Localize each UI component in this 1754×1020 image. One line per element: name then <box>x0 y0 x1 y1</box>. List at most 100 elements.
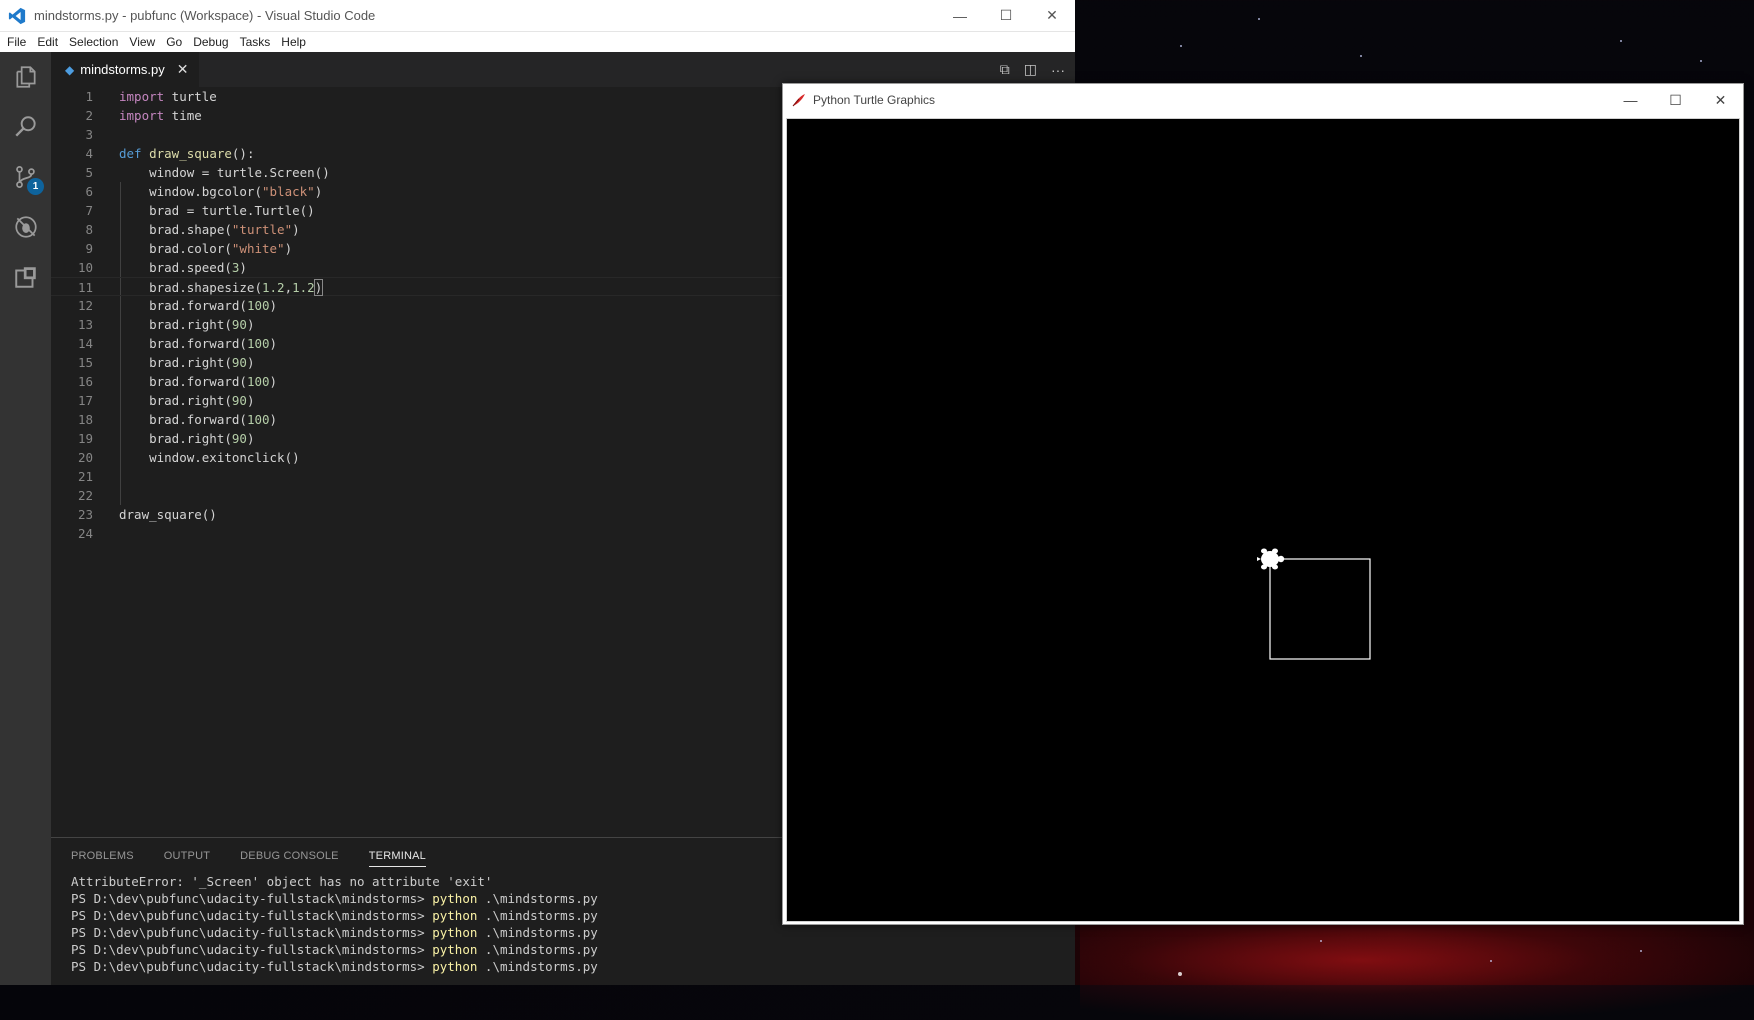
activity-extensions[interactable] <box>0 252 51 302</box>
tab-output[interactable]: OUTPUT <box>164 850 210 862</box>
code-token: brad.forward( <box>119 374 247 389</box>
code-token: time <box>164 108 202 123</box>
line-number: 13 <box>77 317 93 332</box>
code-token: "white" <box>231 241 285 256</box>
line-number: 15 <box>77 355 93 370</box>
activity-explorer[interactable] <box>0 52 51 102</box>
terminal-prompt: PS D:\dev\pubfunc\udacity-fullstack\mind… <box>71 891 433 906</box>
menu-tasks[interactable]: Tasks <box>237 35 279 49</box>
terminal-prompt: PS D:\dev\pubfunc\udacity-fullstack\mind… <box>71 908 433 923</box>
code-token: 1.2 <box>262 280 285 295</box>
menu-edit[interactable]: Edit <box>34 35 66 49</box>
code-token: 100 <box>246 412 270 427</box>
menu-selection[interactable]: Selection <box>66 35 126 49</box>
menu-help[interactable]: Help <box>278 35 314 49</box>
menu-go[interactable]: Go <box>163 35 190 49</box>
activity-source-control[interactable]: 1 <box>0 152 51 202</box>
line-number: 12 <box>77 298 93 313</box>
line-number: 8 <box>85 222 93 237</box>
turtle-graphics-window: Python Turtle Graphics — ☐ ✕ <box>782 83 1744 925</box>
tab-debug-console[interactable]: DEBUG CONSOLE <box>240 850 339 862</box>
code-token: brad.right( <box>119 393 232 408</box>
code-token: "black" <box>262 184 315 199</box>
split-editor-icon[interactable]: ◫ <box>1024 61 1037 78</box>
line-number: 17 <box>77 393 93 408</box>
line-number: 11 <box>77 280 93 295</box>
line-number: 6 <box>85 184 93 199</box>
menu-bar: File Edit Selection View Go Debug Tasks … <box>0 32 1075 53</box>
terminal-arg: .\mindstorms.py <box>477 891 598 906</box>
line-number: 21 <box>77 469 93 484</box>
open-changes-icon[interactable]: ⧉ <box>1000 61 1010 78</box>
desktop-star <box>1180 45 1182 47</box>
maximize-button[interactable]: ☐ <box>983 0 1029 31</box>
turtle-close-button[interactable]: ✕ <box>1698 84 1743 116</box>
menu-debug[interactable]: Debug <box>190 35 236 49</box>
tab-terminal[interactable]: TERMINAL <box>368 850 426 867</box>
terminal-command: python <box>432 942 478 957</box>
line-number: 9 <box>85 241 93 256</box>
terminal-arg: .\mindstorms.py <box>477 959 598 974</box>
explorer-icon <box>15 66 36 88</box>
turtle-titlebar[interactable]: Python Turtle Graphics — ☐ ✕ <box>783 84 1743 116</box>
line-number: 24 <box>77 526 93 541</box>
menu-file[interactable]: File <box>4 35 34 49</box>
desktop-star <box>1700 60 1702 62</box>
code-token: window.exitonclick() <box>119 450 300 465</box>
code-token: (): <box>231 146 255 161</box>
code-token: import <box>119 89 165 104</box>
terminal-arg: .\mindstorms.py <box>477 942 598 957</box>
close-button[interactable]: ✕ <box>1029 0 1075 31</box>
turtle-canvas[interactable] <box>786 118 1740 922</box>
code-token: ) <box>292 222 300 237</box>
code-token: import <box>119 108 165 123</box>
more-actions-icon[interactable]: ··· <box>1051 62 1065 78</box>
desktop-star <box>1360 55 1362 57</box>
turtle-minimize-button[interactable]: — <box>1608 84 1653 116</box>
code-token: window.bgcolor( <box>119 184 262 199</box>
turtle-window-title: Python Turtle Graphics <box>813 93 936 107</box>
source-control-badge: 1 <box>27 178 44 195</box>
terminal-command: python <box>432 959 478 974</box>
tab-problems[interactable]: PROBLEMS <box>71 850 134 862</box>
code-token: brad.forward( <box>119 412 247 427</box>
terminal-arg: .\mindstorms.py <box>477 925 598 940</box>
code-token: 100 <box>246 298 270 313</box>
tab-label: mindstorms.py <box>80 62 165 77</box>
code-token: ) <box>246 393 255 408</box>
code-token: ) <box>314 184 323 199</box>
turtle-maximize-button[interactable]: ☐ <box>1653 84 1698 116</box>
tab-mindstorms-py[interactable]: ◆ mindstorms.py ✕ <box>51 52 199 87</box>
code-token: window = turtle.Screen() <box>119 165 330 180</box>
line-number: 10 <box>77 260 93 275</box>
python-file-icon: ◆ <box>65 62 75 77</box>
terminal-command: python <box>432 891 478 906</box>
code-token: ) <box>284 241 293 256</box>
code-token: 90 <box>231 317 247 332</box>
terminal-command: python <box>432 908 478 923</box>
debug-icon <box>14 216 37 238</box>
search-icon <box>14 116 36 137</box>
code-token: brad.right( <box>119 317 232 332</box>
line-number: 3 <box>85 127 93 142</box>
vscode-titlebar[interactable]: mindstorms.py - pubfunc (Workspace) - Vi… <box>0 0 1075 32</box>
code-token: draw_square() <box>119 507 217 522</box>
turtle-cursor-icon <box>1257 548 1285 570</box>
menu-view[interactable]: View <box>126 35 163 49</box>
tk-feather-icon <box>792 94 805 107</box>
line-number: 22 <box>77 488 93 503</box>
code-token: brad.forward( <box>119 298 247 313</box>
line-number: 23 <box>77 507 93 522</box>
line-number: 4 <box>85 146 93 161</box>
minimize-button[interactable]: — <box>937 0 983 31</box>
code-token: brad.forward( <box>119 336 247 351</box>
code-token: , <box>284 280 293 295</box>
line-number: 7 <box>85 203 93 218</box>
line-number: 19 <box>77 431 93 446</box>
window-title: mindstorms.py - pubfunc (Workspace) - Vi… <box>34 8 376 23</box>
activity-search[interactable] <box>0 102 51 152</box>
tab-close-icon[interactable]: ✕ <box>177 61 189 78</box>
code-token: turtle <box>164 89 217 104</box>
activity-debug[interactable] <box>0 202 51 252</box>
